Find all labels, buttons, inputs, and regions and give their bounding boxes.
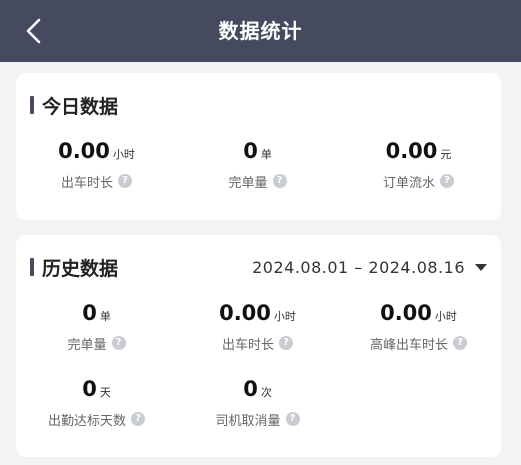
history-stat-drive-hours: 0.00 小时 出车时长 ? <box>177 301 338 353</box>
stat-value: 0 <box>82 301 97 325</box>
stat-label: 订单流水 <box>382 175 435 191</box>
stat-label: 出勤达标天数 <box>47 413 126 429</box>
caret-down-icon <box>475 263 487 271</box>
help-icon[interactable]: ? <box>131 412 145 426</box>
date-range-selector[interactable]: 2024.08.01 – 2024.08.16 <box>252 255 487 279</box>
today-stat-order-revenue: 0.00 元 订单流水 ? <box>338 139 499 191</box>
history-stat-driver-cancellations: 0 次 司机取消量 ? <box>177 377 338 429</box>
page-title: 数据统计 <box>218 19 303 43</box>
stat-value: 0 <box>243 139 258 163</box>
top-nav-bar: 数据统计 <box>0 0 521 62</box>
history-section-title: 历史数据 <box>30 255 119 280</box>
help-icon[interactable]: ? <box>111 336 126 350</box>
help-icon[interactable]: ? <box>272 174 287 188</box>
stat-value: 0.00 <box>58 139 110 163</box>
history-data-card: 历史数据 2024.08.01 – 2024.08.16 0 单 完单量 ? 0… <box>16 235 501 457</box>
stat-value: 0.00 <box>219 301 271 325</box>
today-stat-drive-hours: 0.00 小时 出车时长 ? <box>16 139 177 191</box>
stat-unit: 小时 <box>273 310 296 323</box>
history-stat-peak-drive-hours: 0.00 小时 高峰出车时长 ? <box>338 301 499 353</box>
stat-label: 高峰出车时长 <box>369 337 448 353</box>
stat-unit: 单 <box>99 310 111 323</box>
help-icon[interactable]: ? <box>440 174 454 188</box>
stat-unit: 天 <box>99 386 111 399</box>
stat-unit: 小时 <box>434 310 457 323</box>
stat-label: 完单量 <box>67 337 107 353</box>
today-stat-completed-orders: 0 单 完单量 ? <box>177 139 338 191</box>
help-icon[interactable]: ? <box>285 412 300 426</box>
date-range-text: 2024.08.01 – 2024.08.16 <box>252 257 465 277</box>
today-data-card: 今日数据 0.00 小时 出车时长 ? 0 单 完单量 ? 0.00 元 订单流… <box>16 73 501 220</box>
help-icon[interactable]: ? <box>279 336 293 350</box>
stat-label: 出车时长 <box>60 175 113 191</box>
section-accent-bar <box>30 258 34 276</box>
history-title-text: 历史数据 <box>42 257 119 280</box>
stat-unit: 次 <box>260 386 272 399</box>
stat-unit: 单 <box>260 148 272 161</box>
help-icon[interactable]: ? <box>118 174 132 188</box>
stat-label: 司机取消量 <box>215 413 281 429</box>
stat-label: 完单量 <box>228 175 268 191</box>
stat-value: 0.00 <box>385 139 438 163</box>
help-icon[interactable]: ? <box>453 336 467 350</box>
today-section-title: 今日数据 <box>30 93 119 118</box>
stat-unit: 小时 <box>112 148 135 161</box>
stat-unit: 元 <box>440 148 452 161</box>
history-stat-completed-orders: 0 单 完单量 ? <box>16 301 177 353</box>
stat-value: 0 <box>243 377 258 401</box>
section-accent-bar <box>30 96 34 114</box>
stat-label: 出车时长 <box>221 337 274 353</box>
stat-value: 0 <box>82 377 97 401</box>
today-title-text: 今日数据 <box>42 95 119 118</box>
history-stat-attendance-days: 0 天 出勤达标天数 ? <box>16 377 177 429</box>
stat-value: 0.00 <box>380 301 432 325</box>
